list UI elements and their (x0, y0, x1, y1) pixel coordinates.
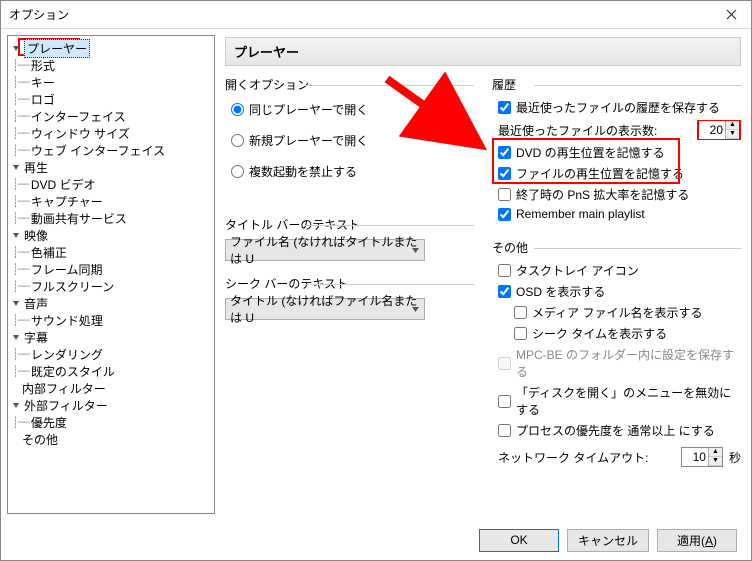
check-tray-icon[interactable]: タスクトレイ アイコン (498, 262, 741, 279)
tree-rendering[interactable]: ┊┄┄レンダリング (10, 346, 212, 363)
recent-count-spinner[interactable]: ▲▼ (697, 120, 741, 140)
check-remember-playlist[interactable]: Remember main playlist (498, 207, 741, 221)
titlebar-text-combo[interactable]: ファイル名 (なければタイトルまたは U (225, 239, 425, 261)
seekbar-text-label: シーク バーのテキスト (225, 275, 474, 292)
close-icon (726, 9, 737, 20)
spin-up-icon[interactable]: ▲ (709, 448, 722, 457)
check-dvd-position[interactable]: DVD の再生位置を記憶する (498, 144, 741, 161)
cancel-button[interactable]: キャンセル (567, 529, 649, 552)
chevron-down-icon (12, 44, 22, 53)
check-mpcbe-folder: MPC-BE のフォルダー内に設定を保存する (498, 346, 741, 380)
category-tree[interactable]: プレーヤー ┊┄┄形式 ┊┄┄キー ┊┄┄ロゴ ┊┄┄インターフェイス ┊┄┄ウ… (7, 35, 215, 514)
apply-button[interactable]: 適用(A) (657, 529, 737, 552)
spin-down-icon[interactable]: ▼ (709, 457, 722, 466)
chevron-down-icon (409, 303, 421, 317)
tree-priority[interactable]: ┊┄┄優先度 (10, 414, 212, 431)
tree-externalfilter[interactable]: 外部フィルター (10, 397, 212, 414)
tree-other[interactable]: その他 (10, 431, 212, 448)
spin-down-icon[interactable]: ▼ (726, 130, 739, 139)
tree-fullscreen[interactable]: ┊┄┄フルスクリーン (10, 278, 212, 295)
tree-colorcorr[interactable]: ┊┄┄色補正 (10, 244, 212, 261)
tree-playback[interactable]: 再生 (10, 159, 212, 176)
tree-video[interactable]: 映像 (10, 227, 212, 244)
tree-key[interactable]: ┊┄┄キー (10, 74, 212, 91)
titlebar: オプション (1, 1, 751, 29)
network-timeout-input[interactable] (682, 448, 708, 466)
page-title: プレーヤー (225, 37, 741, 66)
radio-open-same[interactable]: 同じプレーヤーで開く (231, 101, 474, 118)
check-file-position[interactable]: ファイルの再生位置を記憶する (498, 165, 741, 182)
left-column: 開くオプション 同じプレーヤーで開く 新規プレーヤーで開く 複数起動を禁止する (225, 76, 474, 471)
options-dialog: オプション プレーヤー ┊┄┄形式 ┊┄┄キー ┊┄┄ロゴ ┊┄┄インターフェイ… (0, 0, 752, 561)
tree-subtitle[interactable]: 字幕 (10, 329, 212, 346)
check-osd-seek[interactable]: シーク タイムを表示する (514, 325, 741, 342)
close-button[interactable] (711, 1, 751, 29)
ok-button[interactable]: OK (479, 529, 559, 552)
network-timeout-spinner[interactable]: ▲▼ (681, 447, 723, 467)
button-bar: OK キャンセル 適用(A) (1, 520, 751, 560)
tree-windowsize[interactable]: ┊┄┄ウィンドウ サイズ (10, 125, 212, 142)
tree-interface[interactable]: ┊┄┄インターフェイス (10, 108, 212, 125)
tree-soundproc[interactable]: ┊┄┄サウンド処理 (10, 312, 212, 329)
check-save-recent[interactable]: 最近使ったファイルの履歴を保存する (498, 99, 741, 116)
check-pns[interactable]: 終了時の PnS 拡大率を記憶する (498, 186, 741, 203)
tree-audio[interactable]: 音声 (10, 295, 212, 312)
tree-dvdvideo[interactable]: ┊┄┄DVD ビデオ (10, 176, 212, 193)
tree-framesync[interactable]: ┊┄┄フレーム同期 (10, 261, 212, 278)
tree-format[interactable]: ┊┄┄形式 (10, 57, 212, 74)
chevron-down-icon (12, 333, 22, 342)
chevron-down-icon (12, 401, 22, 410)
tree-player[interactable]: プレーヤー (10, 40, 212, 57)
tree-webinterface[interactable]: ┊┄┄ウェブ インターフェイス (10, 142, 212, 159)
tree-videoshare[interactable]: ┊┄┄動画共有サービス (10, 210, 212, 227)
window-title: オプション (9, 6, 69, 23)
tree-capture[interactable]: ┊┄┄キャプチャー (10, 193, 212, 210)
chevron-down-icon (12, 163, 22, 172)
chevron-down-icon (12, 231, 22, 240)
recent-count-input[interactable] (699, 121, 725, 139)
timeout-unit: 秒 (729, 449, 741, 466)
history-group: 履歴 (492, 76, 741, 93)
check-disable-disc-menu[interactable]: 「ディスクを開く」のメニューを無効にする (498, 384, 741, 418)
network-timeout-label: ネットワーク タイムアウト: (498, 449, 648, 466)
check-osd[interactable]: OSD を表示する (498, 283, 741, 300)
content-panel: プレーヤー 開くオプション 同じプレーヤーで開く 新規プレーヤーで開く (219, 29, 751, 520)
tree-logo[interactable]: ┊┄┄ロゴ (10, 91, 212, 108)
tree-internalfilter[interactable]: 内部フィルター (10, 380, 212, 397)
check-process-priority[interactable]: プロセスの優先度を 通常以上 にする (498, 422, 741, 439)
tree-defaultstyle[interactable]: ┊┄┄既定のスタイル (10, 363, 212, 380)
chevron-down-icon (409, 244, 421, 258)
open-options-group: 開くオプション (225, 76, 474, 93)
chevron-down-icon (12, 299, 22, 308)
misc-group: その他 (492, 239, 741, 256)
spin-up-icon[interactable]: ▲ (726, 121, 739, 130)
radio-open-new[interactable]: 新規プレーヤーで開く (231, 132, 474, 149)
right-column: 履歴 最近使ったファイルの履歴を保存する 最近使ったファイルの表示数: ▲▼ (492, 76, 741, 471)
check-osd-filename[interactable]: メディア ファイル名を表示する (514, 304, 741, 321)
recent-count-label: 最近使ったファイルの表示数: (498, 122, 657, 139)
seekbar-text-combo[interactable]: タイトル (なければファイル名または U (225, 298, 425, 320)
titlebar-text-label: タイトル バーのテキスト (225, 216, 474, 233)
radio-prohibit-multi[interactable]: 複数起動を禁止する (231, 163, 474, 180)
